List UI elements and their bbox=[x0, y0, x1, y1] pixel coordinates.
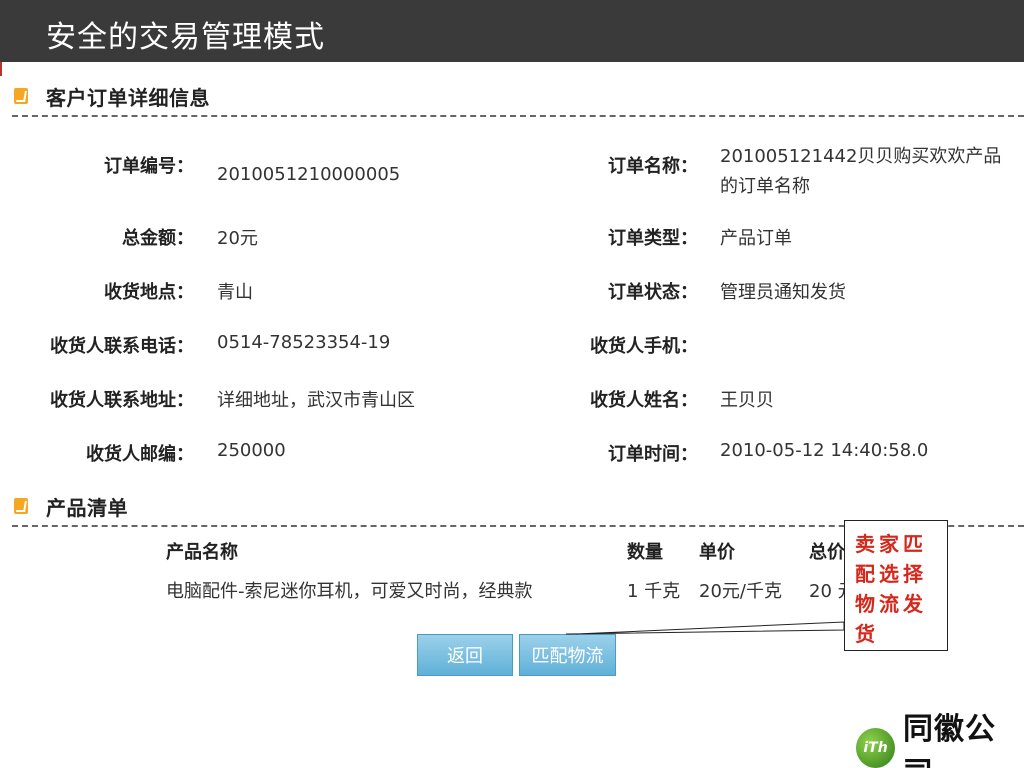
product-list-header: 产品清单 bbox=[14, 493, 128, 520]
contact-phone-value: 0514-78523354-19 bbox=[217, 332, 391, 353]
column-header-name: 产品名称 bbox=[166, 542, 238, 563]
order-details-header: 客户订单详细信息 bbox=[14, 83, 210, 110]
order-time-label: 订单时间： bbox=[608, 444, 698, 465]
order-number-value: 2010051210000005 bbox=[217, 164, 401, 185]
column-header-total: 总价 bbox=[809, 542, 845, 563]
order-number-label: 订单编号： bbox=[104, 156, 194, 177]
product-price-cell: 20元/千克 bbox=[699, 581, 782, 602]
product-qty-cell: 1 千克 bbox=[627, 581, 681, 602]
section-icon bbox=[14, 88, 28, 104]
total-amount-label: 总金额： bbox=[122, 228, 194, 249]
company-logo: iTh 同徽公司 bbox=[856, 704, 1024, 768]
contact-address-value: 详细地址，武汉市青山区 bbox=[217, 390, 415, 411]
order-status-label: 订单状态： bbox=[608, 282, 698, 303]
divider bbox=[12, 115, 1024, 117]
order-status-value: 管理员通知发货 bbox=[720, 282, 846, 303]
product-list-heading: 产品清单 bbox=[46, 495, 128, 520]
contact-phone-label: 收货人联系电话： bbox=[50, 336, 194, 357]
logo-name: 同徽公司 bbox=[903, 712, 997, 768]
logo-mark: iTh bbox=[856, 728, 896, 768]
accent-mark bbox=[0, 62, 2, 76]
postcode-value: 250000 bbox=[217, 440, 286, 461]
order-type-label: 订单类型： bbox=[608, 228, 698, 249]
contact-address-label: 收货人联系地址： bbox=[50, 390, 194, 411]
order-name-label: 订单名称： bbox=[608, 156, 698, 177]
match-logistics-button[interactable]: 匹配物流 bbox=[519, 634, 616, 676]
mobile-label: 收货人手机： bbox=[590, 336, 698, 357]
column-header-qty: 数量 bbox=[627, 542, 663, 563]
order-time-value: 2010-05-12 14:40:58.0 bbox=[720, 440, 929, 461]
product-name-cell: 电脑配件-索尼迷你耳机，可爱又时尚，经典款 bbox=[166, 581, 533, 602]
total-amount-value: 20元 bbox=[217, 228, 258, 249]
column-header-price: 单价 bbox=[699, 542, 735, 563]
order-details-heading: 客户订单详细信息 bbox=[46, 85, 210, 110]
callout-note: 卖家匹配选择物流发货 bbox=[844, 520, 948, 651]
recipient-name-label: 收货人姓名： bbox=[590, 390, 698, 411]
section-icon bbox=[14, 498, 28, 514]
slide-title: 安全的交易管理模式 bbox=[46, 20, 325, 55]
slide-title-bar: 安全的交易管理模式 bbox=[0, 0, 1024, 62]
postcode-label: 收货人邮编： bbox=[86, 444, 194, 465]
delivery-place-value: 青山 bbox=[217, 282, 253, 303]
back-button[interactable]: 返回 bbox=[417, 634, 513, 676]
order-name-value: 201005121442贝贝购买欢欢产品的订单名称 bbox=[720, 146, 1002, 197]
order-type-value: 产品订单 bbox=[720, 228, 792, 249]
recipient-name-value: 王贝贝 bbox=[720, 390, 774, 411]
delivery-place-label: 收货地点： bbox=[104, 282, 194, 303]
